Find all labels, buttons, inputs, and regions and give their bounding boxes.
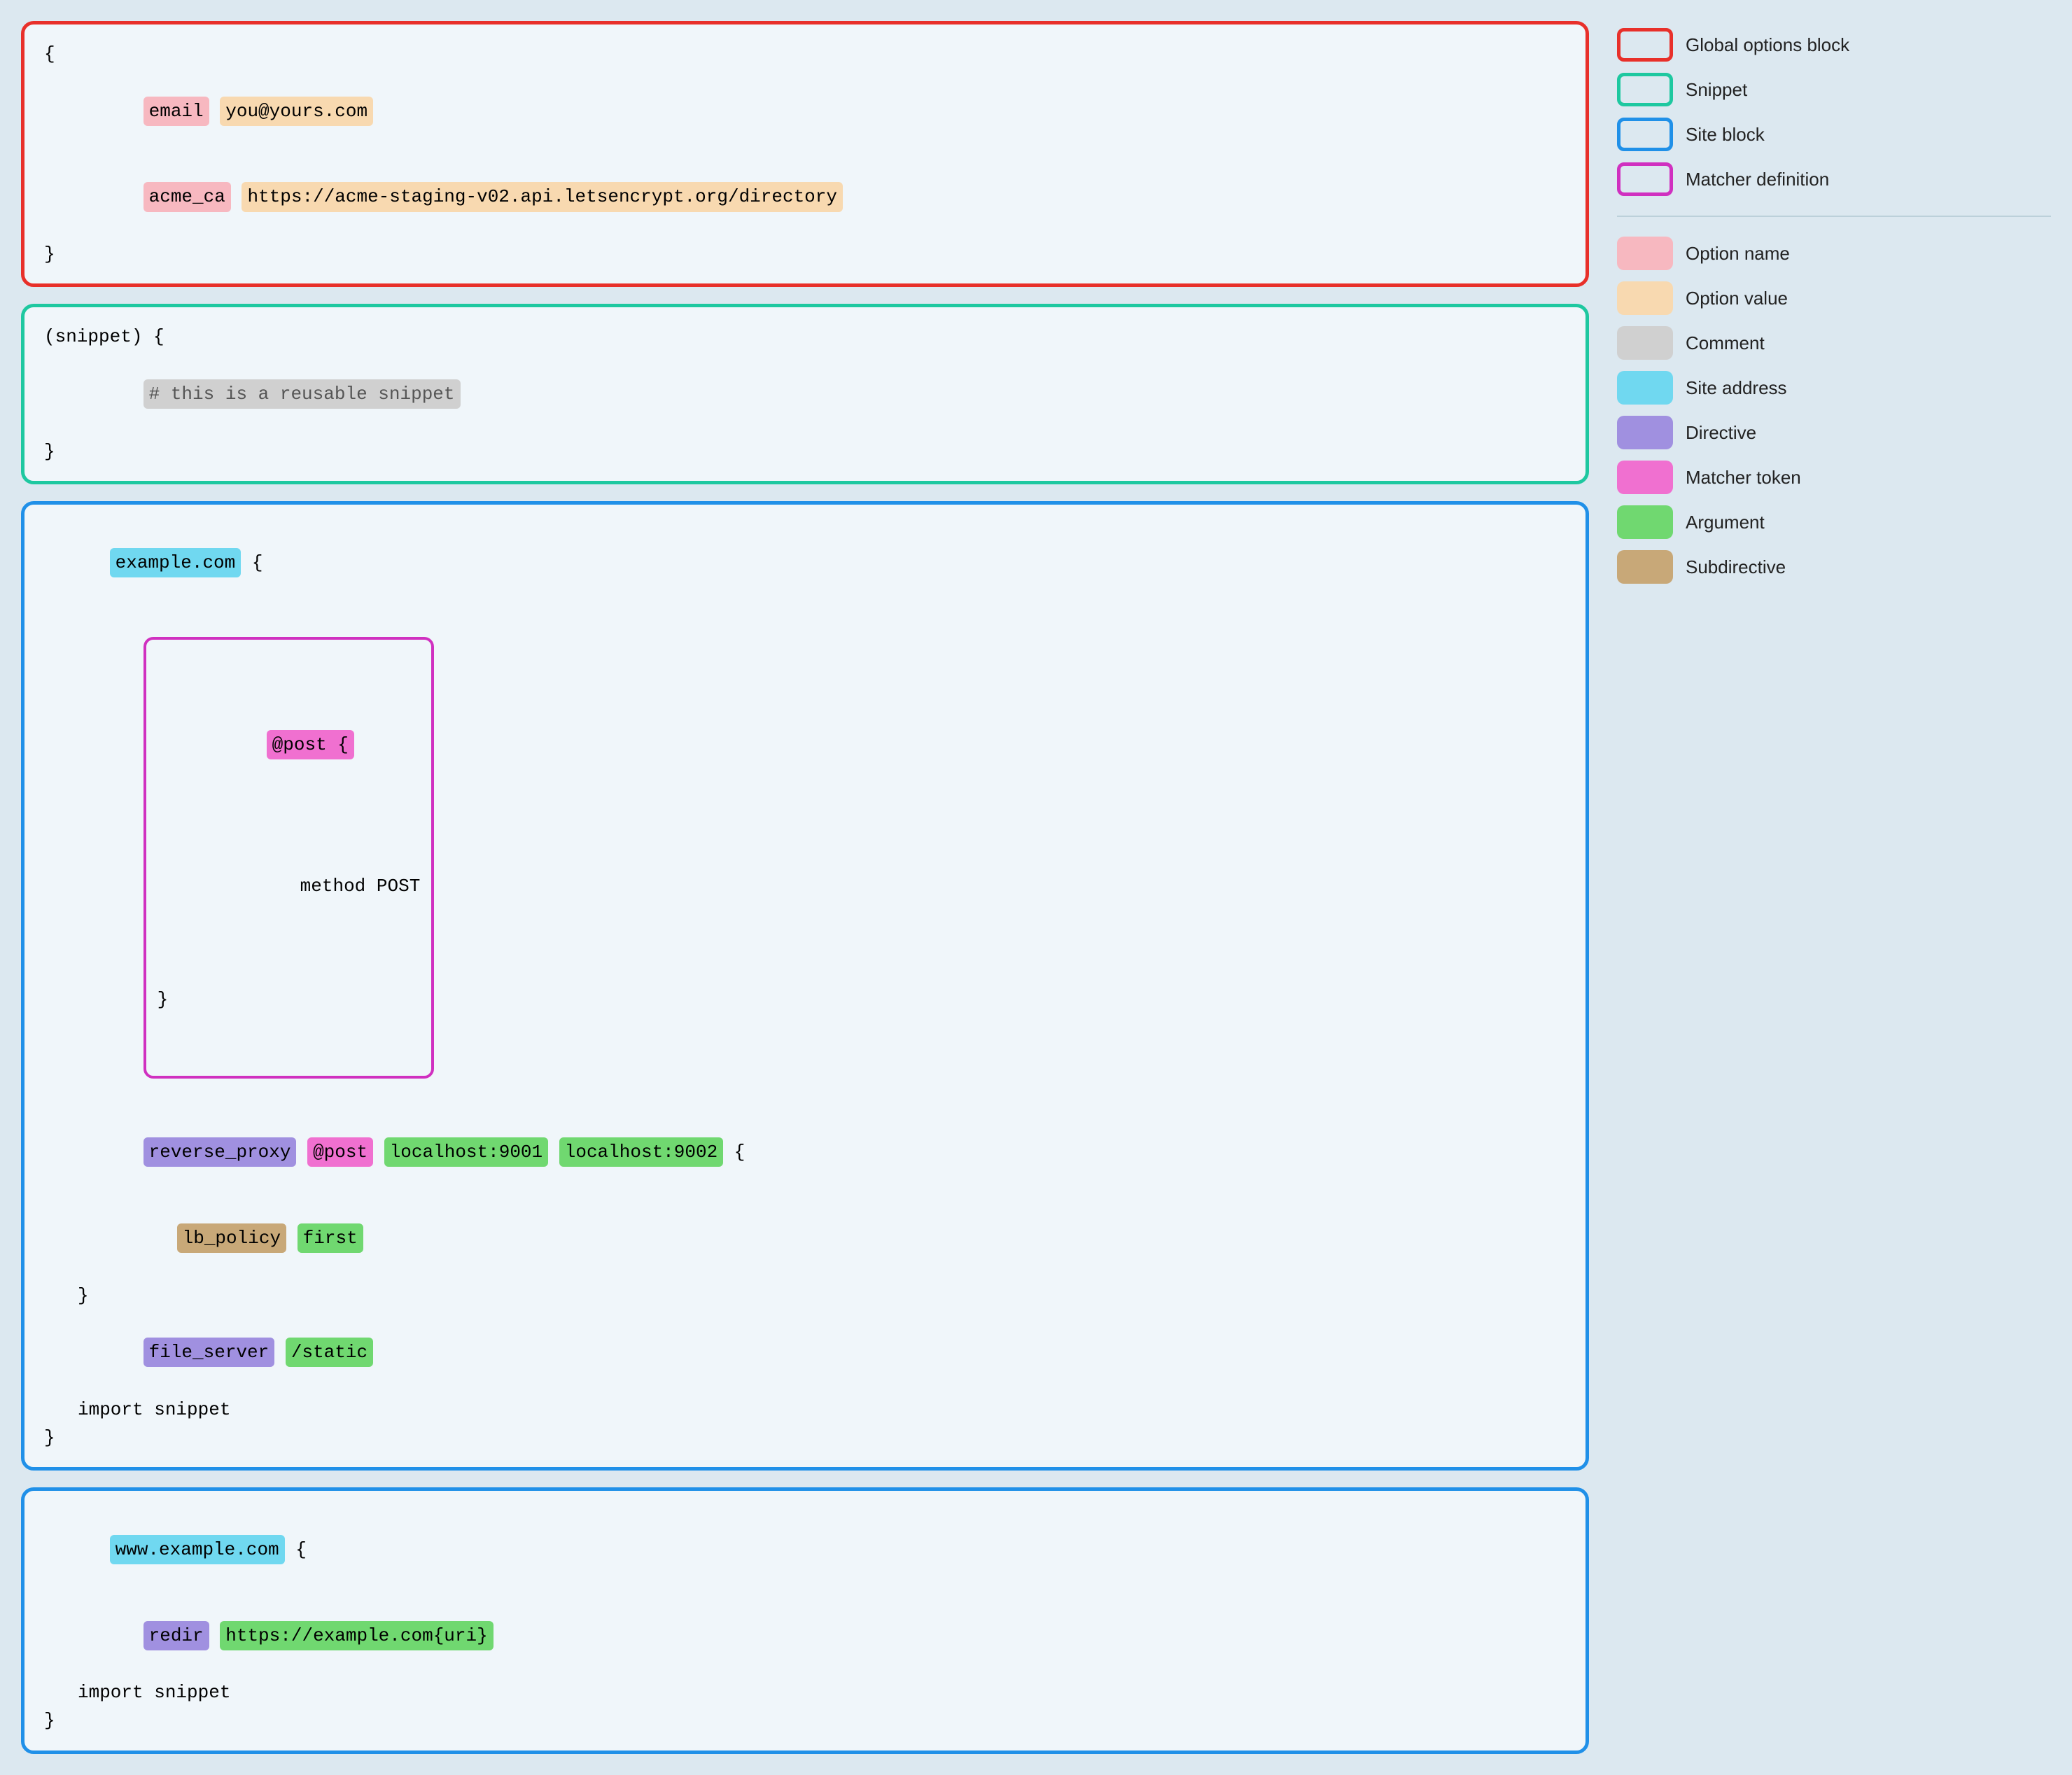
option-name-acme-ca: acme_ca xyxy=(144,182,231,211)
legend-label-comment: Comment xyxy=(1686,332,1765,354)
option-value-email: you@yours.com xyxy=(220,97,373,126)
legend-item-matcher: Matcher definition xyxy=(1617,162,2051,196)
global-open: { xyxy=(44,40,1566,68)
legend-icon-snippet xyxy=(1617,73,1673,106)
legend-item-snippet: Snippet xyxy=(1617,73,2051,106)
border-legend: Global options block Snippet Site block … xyxy=(1617,28,2051,196)
global-options-row1: email you@yours.com xyxy=(44,68,1566,154)
matcher-token-at-post: @post xyxy=(307,1137,373,1167)
swatch-legend: Option name Option value Comment Site ad… xyxy=(1617,237,2051,584)
redir-line: redir https://example.com{uri} xyxy=(44,1592,1566,1678)
global-options-row2: acme_ca https://acme-staging-v02.api.let… xyxy=(44,154,1566,240)
arg-first: first xyxy=(298,1223,363,1253)
reverse-proxy-line: reverse_proxy @post localhost:9001 local… xyxy=(44,1109,1566,1195)
legend-label-option-name: Option name xyxy=(1686,243,1790,265)
arg-static: /static xyxy=(286,1338,373,1367)
legend-item-option-name: Option name xyxy=(1617,237,2051,270)
global-close: } xyxy=(44,240,1566,268)
legend-label-site-address: Site address xyxy=(1686,377,1787,399)
matcher-definition-box: @post { method POST } xyxy=(144,637,435,1078)
legend-item-site-block: Site block xyxy=(1617,118,2051,151)
option-value-acme-ca: https://acme-staging-v02.api.letsencrypt… xyxy=(241,182,843,211)
legend-item-comment: Comment xyxy=(1617,326,2051,360)
swatch-option-value xyxy=(1617,281,1673,315)
left-panel: { email you@yours.com acme_ca https://ac… xyxy=(21,21,1589,1754)
legend-label-site-block: Site block xyxy=(1686,124,1765,146)
site-block-example-com: example.com { @post { method POST } reve… xyxy=(21,501,1589,1471)
site1-open: example.com { xyxy=(44,520,1566,606)
snippet-close: } xyxy=(44,437,1566,465)
site1-import-line: import snippet xyxy=(44,1396,1566,1424)
site2-open: www.example.com { xyxy=(44,1506,1566,1592)
legend-icon-global xyxy=(1617,28,1673,62)
matcher-arg-post: POST xyxy=(377,876,420,897)
legend-item-argument: Argument xyxy=(1617,505,2051,539)
reverse-proxy-close: } xyxy=(44,1282,1566,1310)
legend-label-matcher: Matcher definition xyxy=(1686,169,1829,190)
matcher-directive-method: method xyxy=(300,876,366,897)
matcher-close: } xyxy=(158,985,421,1013)
swatch-option-name xyxy=(1617,237,1673,270)
site-block-www-example-com: www.example.com { redir https://example.… xyxy=(21,1487,1589,1753)
matcher-open: @post { xyxy=(158,702,421,788)
arg-redir-url: https://example.com{uri} xyxy=(220,1621,493,1650)
snippet-open: (snippet) { xyxy=(44,323,1566,351)
global-options-block: { email you@yours.com acme_ca https://ac… xyxy=(21,21,1589,287)
directive-reverse-proxy: reverse_proxy xyxy=(144,1137,297,1167)
subdirective-lb-policy: lb_policy xyxy=(177,1223,286,1253)
legend-label-matcher-token: Matcher token xyxy=(1686,467,1801,489)
legend-item-global: Global options block xyxy=(1617,28,2051,62)
legend-label-directive: Directive xyxy=(1686,422,1756,444)
swatch-directive xyxy=(1617,416,1673,449)
legend-icon-matcher xyxy=(1617,162,1673,196)
legend-icon-site-block xyxy=(1617,118,1673,151)
swatch-subdirective xyxy=(1617,550,1673,584)
snippet-comment: # this is a reusable snippet xyxy=(144,379,461,409)
lb-policy-line: lb_policy first xyxy=(44,1195,1566,1282)
site2-address: www.example.com xyxy=(110,1535,285,1564)
right-panel: Global options block Snippet Site block … xyxy=(1617,21,2051,1754)
legend-item-directive: Directive xyxy=(1617,416,2051,449)
site1-close: } xyxy=(44,1424,1566,1452)
arg-upstream1: localhost:9001 xyxy=(384,1137,548,1167)
legend-item-site-address: Site address xyxy=(1617,371,2051,405)
legend-label-subdirective: Subdirective xyxy=(1686,556,1786,578)
legend-label-snippet: Snippet xyxy=(1686,79,1747,101)
matcher-def-line: @post { method POST } xyxy=(44,606,1566,1109)
legend-item-option-value: Option value xyxy=(1617,281,2051,315)
option-name-email: email xyxy=(144,97,209,126)
file-server-line: file_server /static xyxy=(44,1310,1566,1396)
legend-item-matcher-token: Matcher token xyxy=(1617,461,2051,494)
swatch-comment xyxy=(1617,326,1673,360)
legend-label-global: Global options block xyxy=(1686,34,1849,56)
swatch-matcher-token xyxy=(1617,461,1673,494)
directive-redir: redir xyxy=(144,1621,209,1650)
site2-open-suffix: { xyxy=(285,1539,307,1560)
site1-address: example.com xyxy=(110,548,241,577)
matcher-token-at-post-open: @post { xyxy=(267,730,354,759)
legend-divider xyxy=(1617,216,2051,217)
site1-open-suffix: { xyxy=(241,552,262,573)
legend-label-option-value: Option value xyxy=(1686,288,1788,309)
snippet-comment-line: # this is a reusable snippet xyxy=(44,351,1566,437)
site2-import-line: import snippet xyxy=(44,1678,1566,1706)
snippet-block: (snippet) { # this is a reusable snippet… xyxy=(21,304,1589,484)
legend-item-subdirective: Subdirective xyxy=(1617,550,2051,584)
arg-upstream2: localhost:9002 xyxy=(559,1137,723,1167)
directive-file-server: file_server xyxy=(144,1338,275,1367)
swatch-site-address xyxy=(1617,371,1673,405)
matcher-method-line: method POST xyxy=(158,844,421,929)
swatch-argument xyxy=(1617,505,1673,539)
site2-close: } xyxy=(44,1706,1566,1734)
legend-label-argument: Argument xyxy=(1686,512,1765,533)
